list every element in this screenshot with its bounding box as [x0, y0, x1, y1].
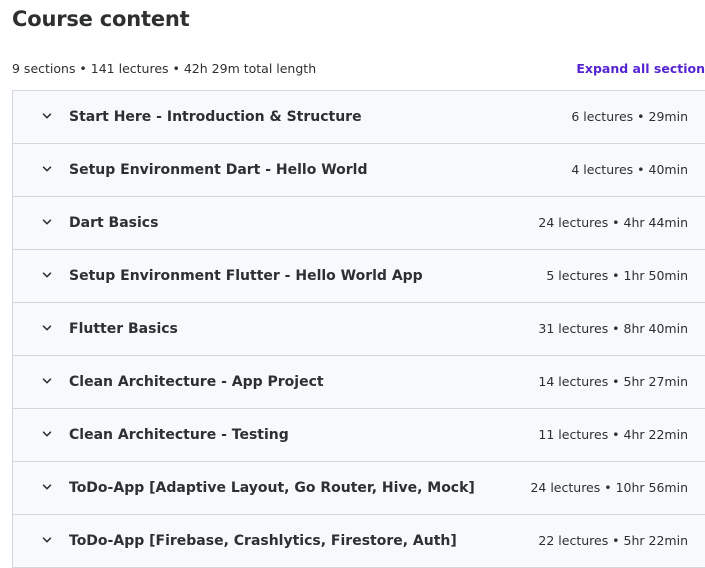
page-title: Course content [12, 7, 190, 31]
section-meta: 6 lectures • 29min [571, 109, 688, 124]
section-meta: 11 lectures • 4hr 22min [538, 427, 688, 442]
section-meta: 31 lectures • 8hr 40min [538, 321, 688, 336]
chevron-down-icon [42, 431, 52, 437]
section-title: Setup Environment Dart - Hello World [69, 162, 368, 178]
section-meta: 24 lectures • 10hr 56min [530, 480, 688, 495]
chevron-down-icon [42, 325, 52, 331]
section-title: Clean Architecture - Testing [69, 427, 289, 443]
section-title: Setup Environment Flutter - Hello World … [69, 268, 423, 284]
section-row[interactable]: Setup Environment Flutter - Hello World … [13, 250, 705, 303]
chevron-down-icon [42, 537, 52, 543]
chevron-down-icon [42, 272, 52, 278]
section-row[interactable]: ToDo-App [Firebase, Crashlytics, Firesto… [13, 515, 705, 568]
section-meta: 5 lectures • 1hr 50min [546, 268, 688, 283]
section-title: Clean Architecture - App Project [69, 374, 324, 390]
chevron-down-icon [42, 113, 52, 119]
section-title: ToDo-App [Adaptive Layout, Go Router, Hi… [69, 480, 475, 496]
section-row[interactable]: Clean Architecture - App Project 14 lect… [13, 356, 705, 409]
section-row[interactable]: Setup Environment Dart - Hello World 4 l… [13, 144, 705, 197]
section-row[interactable]: Dart Basics 24 lectures • 4hr 44min [13, 197, 705, 250]
section-meta: 22 lectures • 5hr 22min [538, 533, 688, 548]
section-row[interactable]: Start Here - Introduction & Structure 6 … [13, 91, 705, 144]
section-row[interactable]: Clean Architecture - Testing 11 lectures… [13, 409, 705, 462]
section-meta: 4 lectures • 40min [571, 162, 688, 177]
course-summary: 9 sections • 141 lectures • 42h 29m tota… [12, 61, 317, 76]
chevron-down-icon [42, 378, 52, 384]
expand-all-sections-link[interactable]: Expand all section [576, 61, 705, 76]
section-meta: 14 lectures • 5hr 27min [538, 374, 688, 389]
chevron-down-icon [42, 484, 52, 490]
course-summary-bar: 9 sections • 141 lectures • 42h 29m tota… [12, 60, 705, 80]
section-meta: 24 lectures • 4hr 44min [538, 215, 688, 230]
section-title: Start Here - Introduction & Structure [69, 109, 362, 125]
course-sections-list: Start Here - Introduction & Structure 6 … [12, 90, 705, 568]
section-title: ToDo-App [Firebase, Crashlytics, Firesto… [69, 533, 457, 549]
section-title: Flutter Basics [69, 321, 178, 337]
section-row[interactable]: ToDo-App [Adaptive Layout, Go Router, Hi… [13, 462, 705, 515]
section-row[interactable]: Flutter Basics 31 lectures • 8hr 40min [13, 303, 705, 356]
section-title: Dart Basics [69, 215, 159, 231]
chevron-down-icon [42, 219, 52, 225]
chevron-down-icon [42, 166, 52, 172]
